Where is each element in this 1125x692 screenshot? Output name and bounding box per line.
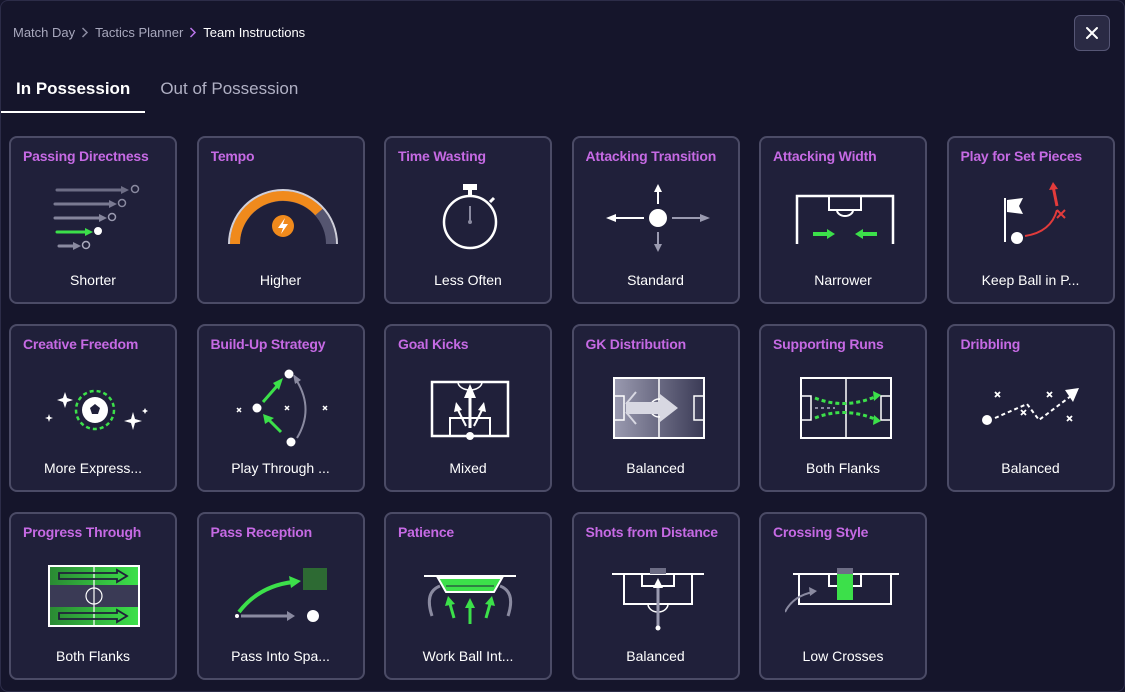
card-value: Shorter <box>70 272 116 288</box>
dribbling-icon <box>981 388 1079 425</box>
card-value: Both Flanks <box>806 460 880 476</box>
card-value: Standard <box>627 272 684 288</box>
pass-reception-icon <box>234 568 327 622</box>
sparkle-ball-icon <box>45 389 148 431</box>
tab-out-of-possession[interactable]: Out of Possession <box>145 67 313 111</box>
instruction-card-time-wasting[interactable]: Time Wasting Less Often <box>384 136 552 304</box>
shots-distance-icon <box>611 568 704 631</box>
card-title: Passing Directness <box>23 148 149 164</box>
goal-kick-icon <box>430 380 510 440</box>
card-value: Pass Into Spa... <box>231 648 330 664</box>
instruction-card-gk-distribution[interactable]: GK Distribution Balanced <box>571 324 740 492</box>
instruction-card-tempo[interactable]: Tempo Higher <box>196 136 365 304</box>
card-value: Balanced <box>1001 460 1060 476</box>
card-title: Dribbling <box>960 336 1021 352</box>
instruction-card-dribbling[interactable]: Dribbling Balanced <box>946 324 1115 492</box>
chevron-right-icon <box>81 27 89 38</box>
card-title: Attacking Transition <box>585 148 717 164</box>
instruction-card-build-up-strategy[interactable]: Build-Up Strategy Play Through ... <box>196 324 365 492</box>
card-title: Shots from Distance <box>585 524 719 540</box>
progress-pitch-icon <box>48 565 140 627</box>
passing-directness-icon <box>53 184 140 250</box>
card-title: Play for Set Pieces <box>960 148 1083 164</box>
instruction-grid: Passing Directness Shorter Tempo Higher … <box>9 136 1115 680</box>
card-title: Progress Through <box>23 524 142 540</box>
corner-flag-icon <box>1003 182 1066 244</box>
card-value: Narrower <box>814 272 872 288</box>
card-value: Work Ball Int... <box>422 648 514 664</box>
card-value: Both Flanks <box>56 648 130 664</box>
card-value: Keep Ball in P... <box>981 272 1080 288</box>
chevron-right-icon <box>189 27 197 38</box>
card-value: Mixed <box>449 460 487 476</box>
card-value: Play Through ... <box>231 460 330 476</box>
instruction-card-shots-from-distance[interactable]: Shots from Distance Balanced <box>571 512 740 680</box>
card-title: Tempo <box>210 148 255 164</box>
instruction-tabs: In Possession Out of Possession <box>1 67 313 113</box>
card-value: Less Often <box>434 272 502 288</box>
tab-in-possession[interactable]: In Possession <box>1 67 146 113</box>
card-value: Balanced <box>626 648 685 664</box>
transition-arrows-icon <box>605 184 710 252</box>
instruction-card-goal-kicks[interactable]: Goal Kicks Mixed <box>384 324 552 492</box>
card-value: Balanced <box>626 460 685 476</box>
breadcrumb: Match Day Tactics Planner Team Instructi… <box>13 25 305 40</box>
stopwatch-icon <box>442 184 498 250</box>
instruction-card-attacking-width[interactable]: Attacking Width Narrower <box>759 136 927 304</box>
instruction-card-patience[interactable]: Patience Work Ball Int... <box>384 512 552 680</box>
supporting-runs-icon <box>800 377 892 439</box>
instruction-card-passing-directness[interactable]: Passing Directness Shorter <box>9 136 177 304</box>
team-instructions-panel: Match Day Tactics Planner Team Instructi… <box>0 0 1125 692</box>
attacking-width-icon <box>795 194 895 244</box>
instruction-card-supporting-runs[interactable]: Supporting Runs Both Flanks <box>759 324 927 492</box>
card-title: Supporting Runs <box>773 336 884 352</box>
card-title: Pass Reception <box>210 524 313 540</box>
build-up-icon <box>235 369 328 447</box>
instruction-card-crossing-style[interactable]: Crossing Style Low Crosses <box>759 512 927 680</box>
card-title: GK Distribution <box>585 336 687 352</box>
card-title: Patience <box>398 524 454 540</box>
close-icon <box>1086 27 1098 39</box>
tempo-gauge-icon <box>227 189 338 245</box>
card-value: Low Crosses <box>802 648 884 664</box>
card-title: Creative Freedom <box>23 336 139 352</box>
breadcrumb-match-day[interactable]: Match Day <box>13 25 75 40</box>
card-value: More Express... <box>43 460 143 476</box>
card-title: Build-Up Strategy <box>210 336 326 352</box>
card-value: Higher <box>259 272 302 288</box>
crossing-style-icon <box>785 568 899 613</box>
instruction-card-creative-freedom[interactable]: Creative Freedom More Express... <box>9 324 177 492</box>
card-title: Goal Kicks <box>398 336 469 352</box>
instruction-card-attacking-transition[interactable]: Attacking Transition Standard <box>571 136 740 304</box>
breadcrumb-team-instructions: Team Instructions <box>203 25 306 40</box>
instruction-card-progress-through[interactable]: Progress Through Both Flanks <box>9 512 177 680</box>
card-title: Time Wasting <box>398 148 486 164</box>
card-title: Crossing Style <box>773 524 869 540</box>
close-button[interactable] <box>1074 15 1110 51</box>
instruction-card-play-for-set-pieces[interactable]: Play for Set Pieces Keep Ball in P... <box>946 136 1115 304</box>
patience-icon <box>424 575 516 624</box>
instruction-card-pass-reception[interactable]: Pass Reception Pass Into Spa... <box>196 512 365 680</box>
breadcrumb-tactics-planner[interactable]: Tactics Planner <box>95 25 183 40</box>
card-title: Attacking Width <box>773 148 877 164</box>
gk-distribution-icon <box>612 377 705 439</box>
